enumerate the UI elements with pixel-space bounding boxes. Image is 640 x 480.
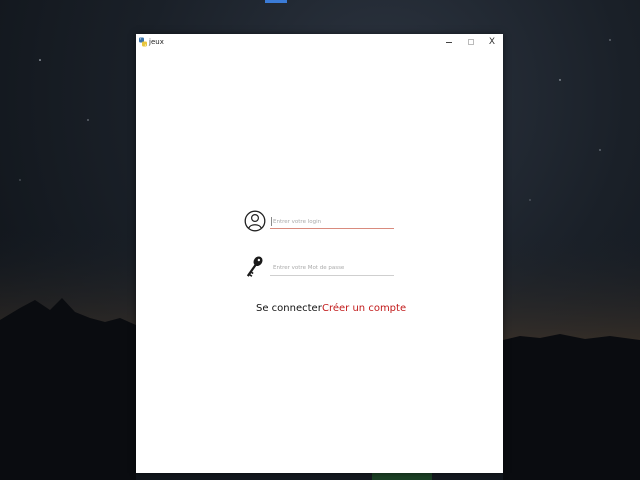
- window-title: jeux: [149, 38, 164, 46]
- taskbar-accent: [265, 0, 287, 3]
- login-input[interactable]: [270, 215, 394, 229]
- user-icon: [244, 210, 266, 232]
- key-icon: [246, 256, 263, 277]
- minimize-button[interactable]: [438, 34, 460, 50]
- close-icon: X: [488, 37, 496, 47]
- close-button[interactable]: X: [481, 34, 503, 50]
- text-caret: [271, 217, 272, 226]
- password-input[interactable]: [270, 261, 394, 276]
- maximize-icon: [468, 39, 474, 45]
- app-window: jeux X Se connecter Créer un compte: [136, 34, 503, 473]
- maximize-button[interactable]: [460, 34, 482, 50]
- minimize-icon: [446, 41, 452, 43]
- login-button[interactable]: Se connecter: [256, 303, 322, 314]
- title-bar[interactable]: jeux X: [136, 34, 503, 50]
- python-app-icon: [139, 37, 147, 47]
- create-account-button[interactable]: Créer un compte: [322, 303, 406, 314]
